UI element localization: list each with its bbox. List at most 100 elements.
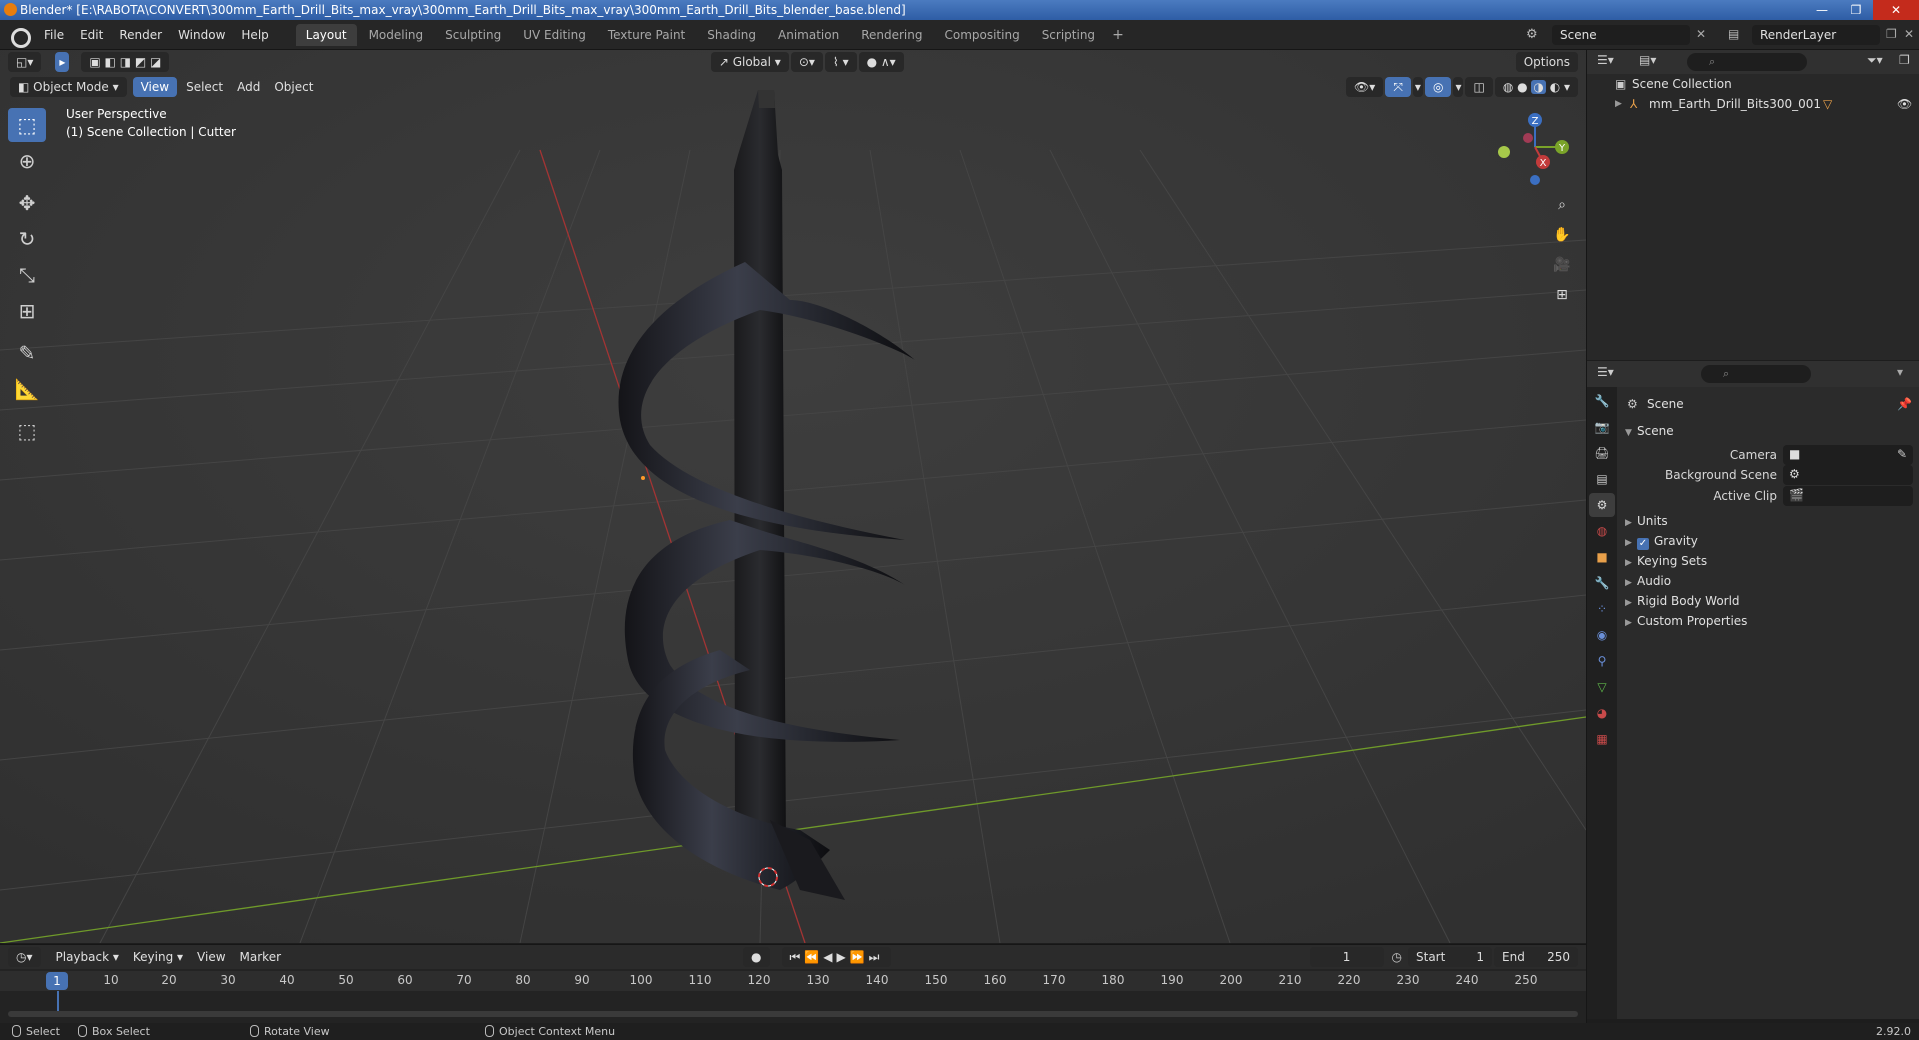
tab-animation[interactable]: Animation (768, 24, 849, 46)
audio-panel-header[interactable]: ▶ Audio (1625, 571, 1671, 591)
pan-view-icon[interactable]: ✋ (1549, 222, 1575, 248)
gizmo-dropdown-icon[interactable]: ▾ (1412, 77, 1423, 97)
select-box-icon[interactable]: ⬚ (8, 108, 46, 142)
timeline-editor-type-icon[interactable]: ◷▾ (8, 947, 41, 967)
menu-file[interactable]: File (36, 20, 72, 50)
render-tab-icon[interactable]: 📷 (1589, 415, 1615, 439)
tab-scripting[interactable]: Scripting (1032, 24, 1105, 46)
select-mode-icon[interactable]: ▸ (55, 52, 70, 72)
tab-texture-paint[interactable]: Texture Paint (598, 24, 695, 46)
3d-viewport[interactable] (0, 50, 1586, 943)
object-tab-icon[interactable]: ■ (1589, 545, 1615, 569)
material-tab-icon[interactable]: ◕ (1589, 701, 1615, 725)
texture-tab-icon[interactable]: ▦ (1589, 727, 1615, 751)
scene-tab-icon[interactable]: ⚙ (1589, 493, 1615, 517)
view-layer-close-icon[interactable]: ✕ (1904, 27, 1914, 41)
object-data-tab-icon[interactable]: ▽ (1589, 675, 1615, 699)
tab-compositing[interactable]: Compositing (934, 24, 1029, 46)
view-layer-tab-icon[interactable]: ▤ (1589, 467, 1615, 491)
selection-mode-buttons[interactable]: ▣ ◧ ◨ ◩ ◪ (81, 52, 170, 72)
view-layer-field[interactable]: RenderLayer (1752, 25, 1880, 45)
constraints-tab-icon[interactable]: ⚲ (1589, 649, 1615, 673)
annotate-icon[interactable]: ✎ (8, 336, 46, 370)
menu-select[interactable]: Select (179, 76, 230, 98)
keying-sets-panel-header[interactable]: ▶ Keying Sets (1625, 551, 1707, 571)
tab-layout[interactable]: Layout (295, 23, 357, 46)
physics-tab-icon[interactable]: ◉ (1589, 623, 1615, 647)
properties-editor-type-icon[interactable]: ☰▾ (1597, 365, 1614, 379)
filter-icon[interactable]: ⏷▾ (1867, 53, 1883, 68)
tool-tab-icon[interactable]: 🔧 (1589, 389, 1615, 413)
new-collection-icon[interactable]: ❐ (1899, 53, 1910, 67)
world-tab-icon[interactable]: ◍ (1589, 519, 1615, 543)
output-tab-icon[interactable]: 🖨 (1589, 441, 1615, 465)
scale-icon[interactable]: ⤡ (8, 258, 46, 292)
eyedropper-icon[interactable]: ✎ (1897, 447, 1907, 461)
menu-render[interactable]: Render (111, 20, 170, 50)
timeline-scrollbar[interactable] (8, 1011, 1578, 1017)
preview-range-icon[interactable]: ◷ (1392, 950, 1402, 964)
camera-field[interactable]: ■ ✎ (1783, 445, 1913, 465)
move-icon[interactable]: ✥ (8, 186, 46, 220)
menu-edit[interactable]: Edit (72, 20, 111, 50)
tab-sculpting[interactable]: Sculpting (435, 24, 511, 46)
tab-modeling[interactable]: Modeling (359, 24, 434, 46)
display-mode-icon[interactable]: ▤▾ (1639, 53, 1656, 67)
tab-rendering[interactable]: Rendering (851, 24, 932, 46)
gravity-checkbox[interactable]: ✓ (1637, 538, 1649, 550)
ortho-toggle-icon[interactable]: ⊞ (1549, 282, 1575, 308)
scene-panel-header[interactable]: ▼ Scene (1625, 421, 1674, 441)
active-clip-field[interactable]: 🎬 (1783, 486, 1913, 506)
menu-add[interactable]: Add (230, 76, 267, 98)
menu-object[interactable]: Object (267, 76, 320, 98)
particles-tab-icon[interactable]: ⁘ (1589, 597, 1615, 621)
menu-timeline-view[interactable]: View (190, 946, 232, 968)
blender-logo-icon[interactable] (8, 24, 31, 48)
view-layer-icon[interactable]: ▤ (1728, 27, 1739, 41)
gizmo-toggle-icon[interactable]: ⤧ (1385, 77, 1411, 97)
shading-modes[interactable]: ◍ ● ◑ ◐ ▾ (1494, 77, 1578, 97)
current-frame-indicator[interactable]: 1 (46, 972, 68, 990)
menu-window[interactable]: Window (170, 20, 233, 50)
tree-row-object[interactable]: ▶ ⅄ mm_Earth_Drill_Bits300_001 ▽ 👁 (1587, 94, 1919, 114)
menu-help[interactable]: Help (233, 20, 276, 50)
pin-icon[interactable]: 📌 (1897, 397, 1912, 411)
start-frame-field[interactable]: Start 1 (1408, 947, 1492, 967)
add-workspace-button[interactable]: + (1106, 27, 1130, 43)
menu-marker[interactable]: Marker (233, 946, 288, 968)
properties-options-icon[interactable]: ▾ (1897, 365, 1903, 379)
object-mode-dropdown[interactable]: ◧ Object Mode ▾ (10, 77, 127, 97)
frame-ruler[interactable]: 1 10 20 30 40 50 60 70 80 90 100 110 120… (0, 971, 1586, 991)
minimize-button[interactable]: — (1805, 0, 1839, 20)
custom-properties-panel-header[interactable]: ▶ Custom Properties (1625, 611, 1747, 631)
options-dropdown[interactable]: Options (1515, 52, 1578, 72)
modifier-tab-icon[interactable]: 🔧 (1589, 571, 1615, 595)
overlay-dropdown-icon[interactable]: ▾ (1453, 77, 1464, 97)
close-button[interactable]: ✕ (1873, 0, 1919, 20)
background-scene-field[interactable]: ⚙ (1783, 465, 1913, 485)
visibility-eye-icon[interactable]: 👁 (1897, 94, 1912, 114)
rotate-icon[interactable]: ↻ (8, 222, 46, 256)
area-divider[interactable] (1586, 50, 1587, 1023)
record-toggle-icon[interactable]: ● (743, 947, 770, 967)
snap-icon[interactable]: ⌇ ▾ (824, 52, 857, 72)
cursor-icon[interactable]: ⊕ (8, 144, 46, 178)
navigation-gizmo[interactable]: Z Y X (1490, 105, 1570, 190)
menu-keying[interactable]: Keying ▾ (126, 946, 190, 968)
end-frame-field[interactable]: End 250 (1494, 947, 1578, 967)
menu-playback[interactable]: Playback ▾ (49, 946, 126, 968)
outliner-editor-type-icon[interactable]: ☰▾ (1597, 53, 1614, 67)
menu-view[interactable]: View (132, 77, 178, 97)
overlay-toggle-icon[interactable]: ◎ (1424, 77, 1452, 97)
close-scene-icon[interactable]: ✕ (1696, 27, 1706, 41)
visibility-toggle-icon[interactable]: 👁▾ (1346, 77, 1384, 97)
zoom-view-icon[interactable]: ⌕ (1549, 192, 1575, 218)
maximize-button[interactable]: ❐ (1839, 0, 1873, 20)
editor-type-icon[interactable]: ◱▾ (8, 52, 42, 72)
units-panel-header[interactable]: ▶ Units (1625, 511, 1668, 531)
camera-view-icon[interactable]: 🎥 (1549, 252, 1575, 278)
properties-search-input[interactable]: ⌕ (1701, 365, 1811, 383)
playhead-line[interactable] (57, 991, 59, 1013)
scene-selector-icon[interactable]: ⚙ (1526, 27, 1538, 42)
scene-name-field[interactable]: Scene (1552, 25, 1690, 45)
